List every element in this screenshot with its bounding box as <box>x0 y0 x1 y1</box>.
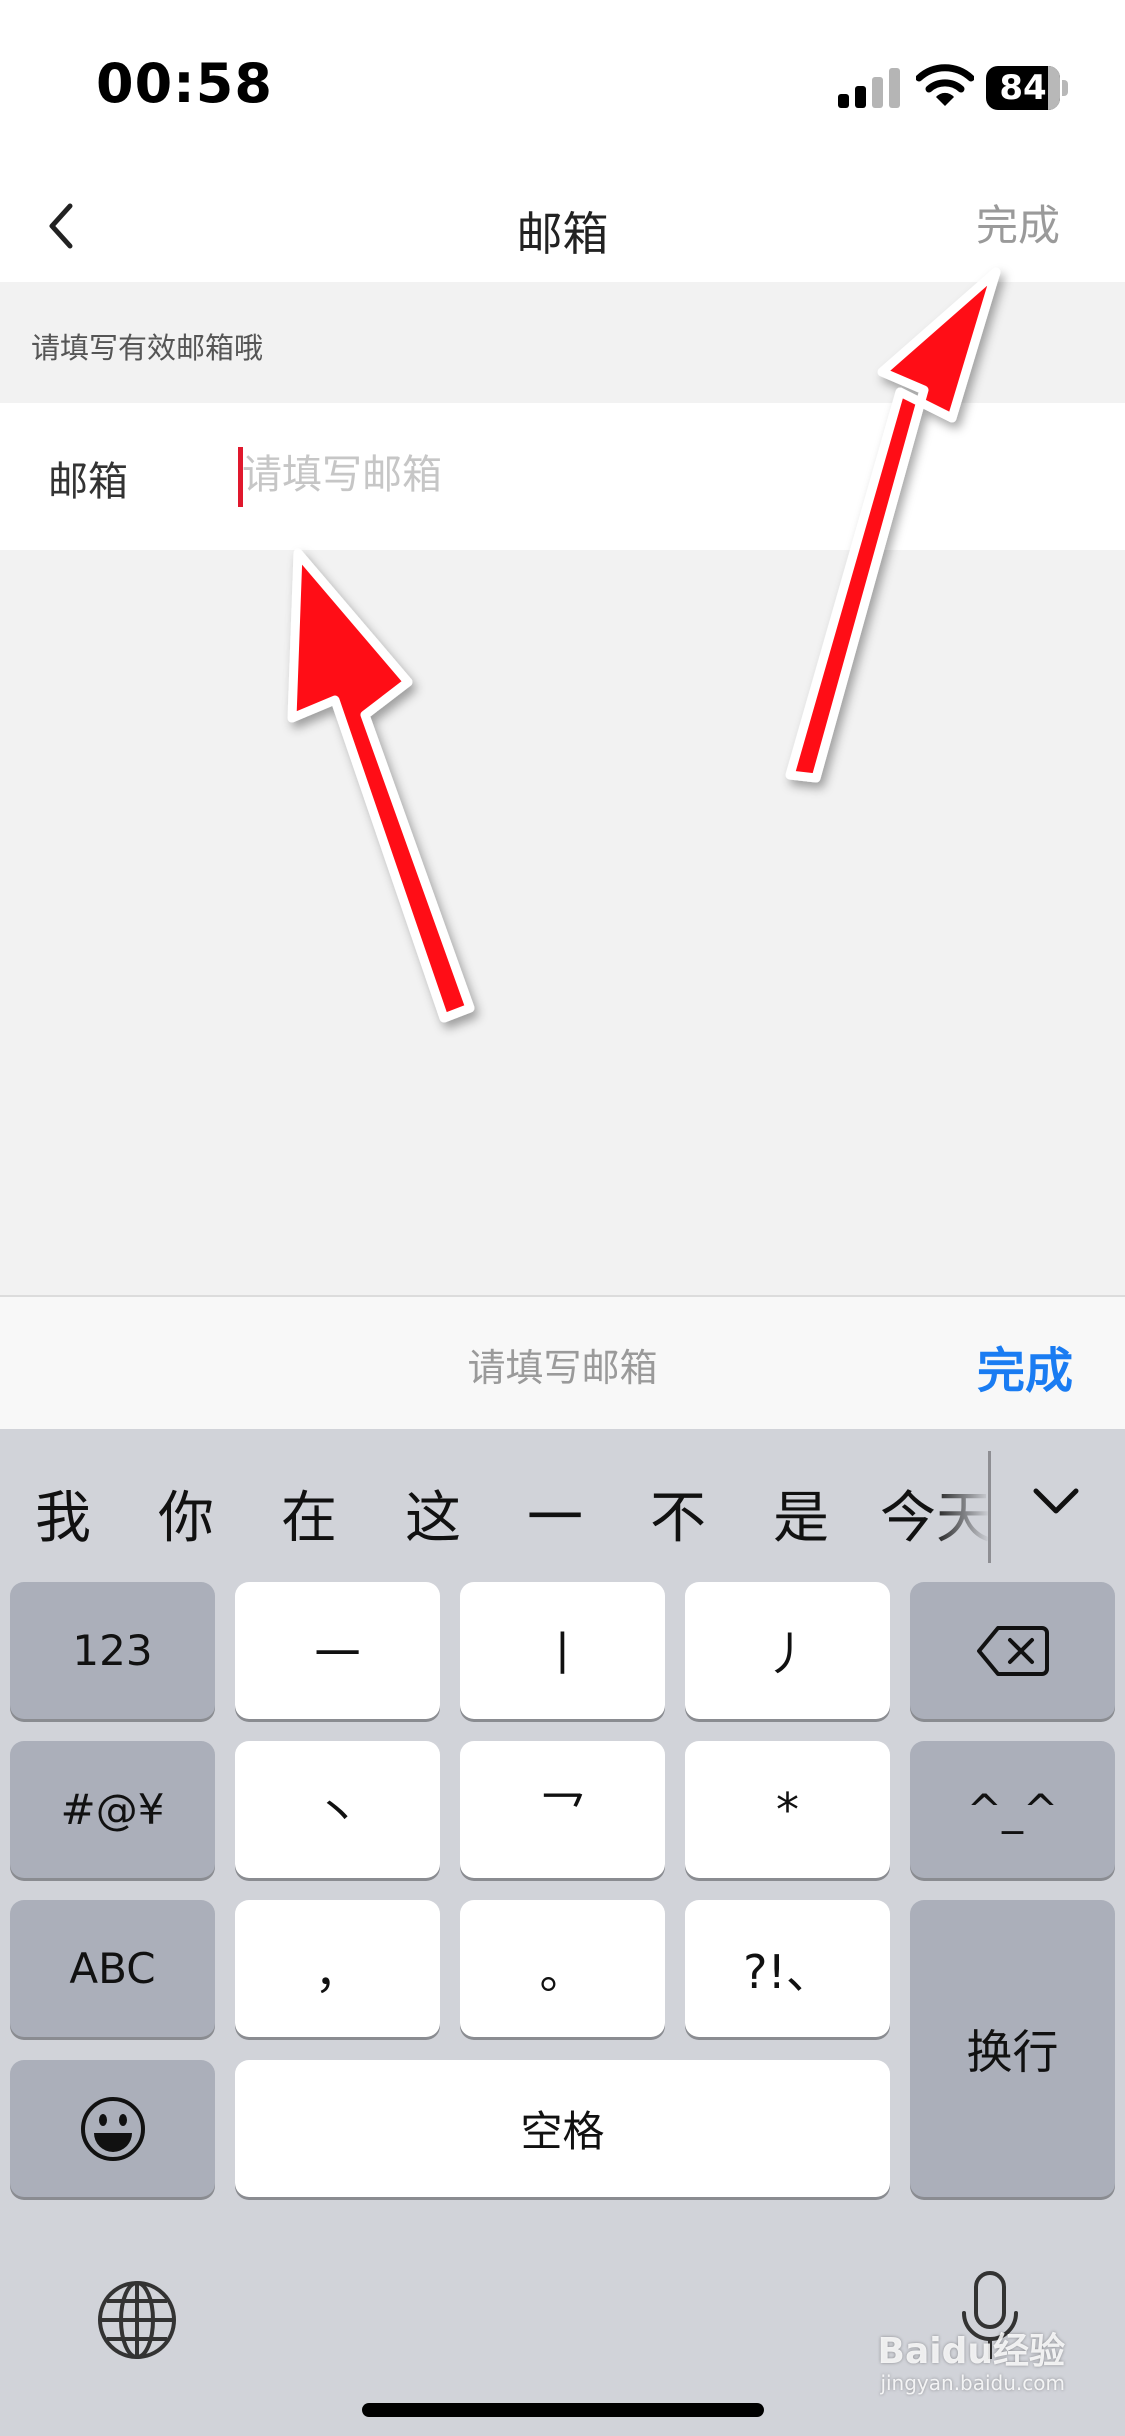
abc-key[interactable]: ABC <box>10 1900 215 2037</box>
keyboard: 我 你 在 这 一 不 是 今天 123 一 丨 丿 #@¥ 丶 乛 * ^_^… <box>0 1429 1125 2436</box>
symbols-key-label: #@¥ <box>60 1785 165 1834</box>
candidate-bar: 我 你 在 这 一 不 是 今天 <box>0 1429 1125 1579</box>
watermark-brand: Baidu经验 <box>877 2331 1065 2372</box>
battery-cap <box>1062 80 1068 96</box>
status-bar: 00:58 84 <box>0 0 1125 170</box>
email-label: 邮箱 <box>48 459 128 505</box>
stroke-dian-label: 丶 <box>314 1785 361 1840</box>
accessory-placeholder-text: 请填写邮箱 <box>467 1346 658 1390</box>
stroke-dian-key[interactable]: 丶 <box>235 1741 440 1878</box>
period-key-label: 。 <box>539 1944 586 1999</box>
globe-icon[interactable] <box>96 2279 178 2361</box>
space-key[interactable]: 空格 <box>235 2060 890 2197</box>
stroke-heng-label: 一 <box>314 1626 361 1681</box>
battery-body: 84 <box>986 66 1060 110</box>
wildcard-key[interactable]: * <box>685 1741 890 1878</box>
abc-key-label: ABC <box>69 1944 156 1993</box>
candidate-item[interactable]: 是 <box>756 1473 846 1554</box>
emoji-icon <box>80 2096 145 2161</box>
nav-done-button[interactable]: 完成 <box>976 192 1060 253</box>
candidate-item[interactable]: 在 <box>264 1473 354 1554</box>
return-key[interactable]: 换行 <box>910 1900 1115 2197</box>
space-key-label: 空格 <box>520 2107 605 2156</box>
wifi-icon <box>916 64 974 106</box>
stroke-heng-key[interactable]: 一 <box>235 1582 440 1719</box>
stroke-pie-label: 丿 <box>764 1626 811 1681</box>
return-key-label: 换行 <box>966 2024 1059 2079</box>
candidate-item[interactable]: 我 <box>18 1473 108 1554</box>
stroke-zhe-label: 乛 <box>539 1785 586 1840</box>
candidate-item[interactable]: 不 <box>633 1473 723 1554</box>
status-time: 00:58 <box>96 52 273 115</box>
email-hint-text: 请填写有效邮箱哦 <box>31 331 264 365</box>
punctuation-key-label: ?!、 <box>743 1944 832 1999</box>
wildcard-key-label: * <box>776 1782 799 1837</box>
symbols-key[interactable]: #@¥ <box>10 1741 215 1878</box>
battery-indicator: 84 <box>986 66 1068 110</box>
chevron-down-icon[interactable] <box>1030 1483 1082 1519</box>
punctuation-key[interactable]: ?!、 <box>685 1900 890 2037</box>
email-input[interactable] <box>242 433 1062 517</box>
stroke-zhe-key[interactable]: 乛 <box>460 1741 665 1878</box>
baidu-watermark: Baidu经验 jingyan.baidu.com <box>878 2332 1065 2394</box>
battery-level: 84 <box>999 68 1047 108</box>
backspace-icon <box>976 1625 1049 1676</box>
nav-bar: 邮箱 完成 <box>0 170 1125 282</box>
keyboard-accessory-bar: 请填写邮箱 完成 <box>0 1295 1125 1429</box>
candidate-item[interactable]: 你 <box>141 1473 231 1554</box>
stroke-pie-key[interactable]: 丿 <box>685 1582 890 1719</box>
numbers-key[interactable]: 123 <box>10 1582 215 1719</box>
emoticon-key[interactable]: ^_^ <box>910 1741 1115 1878</box>
period-key[interactable]: 。 <box>460 1900 665 2037</box>
stroke-shu-key[interactable]: 丨 <box>460 1582 665 1719</box>
comma-key-label: ， <box>314 1944 361 1999</box>
home-indicator <box>362 2403 764 2417</box>
accessory-done-button[interactable]: 完成 <box>977 1331 1073 1401</box>
cellular-signal-icon <box>838 68 900 108</box>
emoji-key[interactable] <box>10 2060 215 2197</box>
delete-key[interactable] <box>910 1582 1115 1719</box>
text-cursor <box>238 447 243 507</box>
candidate-fade <box>930 1429 990 1579</box>
email-row: 邮箱 <box>0 403 1125 550</box>
candidate-item[interactable]: 这 <box>388 1473 478 1554</box>
stroke-shu-label: 丨 <box>539 1626 586 1681</box>
arrow-to-email-input <box>287 548 475 1023</box>
numbers-key-label: 123 <box>72 1626 153 1675</box>
comma-key[interactable]: ， <box>235 1900 440 2037</box>
candidate-divider <box>988 1451 991 1563</box>
watermark-url: jingyan.baidu.com <box>880 2370 1065 2395</box>
emoticon-key-label: ^_^ <box>966 1785 1059 1834</box>
page-title: 邮箱 <box>516 207 609 261</box>
candidate-item[interactable]: 一 <box>510 1473 600 1554</box>
